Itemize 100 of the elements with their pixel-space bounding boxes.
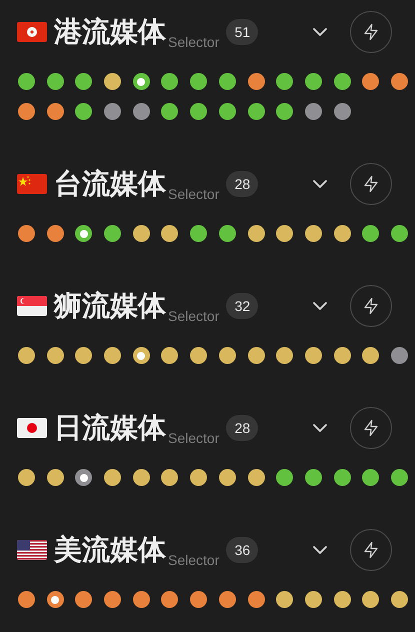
status-dot[interactable] bbox=[18, 347, 35, 364]
status-dot[interactable] bbox=[390, 591, 408, 608]
status-dot[interactable] bbox=[390, 469, 408, 486]
status-dot[interactable] bbox=[334, 591, 351, 608]
status-dot[interactable] bbox=[362, 347, 380, 364]
status-dot[interactable] bbox=[304, 469, 322, 486]
count-badge: 36 bbox=[226, 537, 258, 563]
status-dot[interactable] bbox=[46, 73, 64, 90]
status-dot[interactable] bbox=[75, 103, 92, 120]
status-dot[interactable] bbox=[218, 103, 236, 120]
status-dot[interactable] bbox=[304, 591, 322, 608]
group-subtitle: Selector bbox=[168, 430, 220, 446]
status-dot[interactable] bbox=[75, 73, 92, 90]
status-dot[interactable] bbox=[190, 469, 208, 486]
status-dot[interactable] bbox=[218, 591, 236, 608]
status-dot[interactable] bbox=[334, 73, 351, 90]
status-dot[interactable] bbox=[190, 103, 208, 120]
status-dot[interactable] bbox=[46, 103, 64, 120]
status-dot[interactable] bbox=[132, 469, 150, 486]
status-dot[interactable] bbox=[46, 591, 64, 608]
status-dot[interactable] bbox=[18, 73, 35, 90]
lightning-icon bbox=[362, 296, 380, 316]
status-dot[interactable] bbox=[132, 225, 150, 242]
status-dot[interactable] bbox=[75, 347, 92, 364]
group-title: 狮流媒体 bbox=[54, 288, 166, 324]
status-dot[interactable] bbox=[390, 73, 408, 90]
lightning-button[interactable] bbox=[350, 407, 392, 449]
status-dot[interactable] bbox=[104, 103, 122, 120]
status-dot[interactable] bbox=[276, 225, 294, 242]
status-dot[interactable] bbox=[75, 591, 92, 608]
status-dot[interactable] bbox=[276, 347, 294, 364]
status-dot[interactable] bbox=[248, 347, 264, 364]
status-dot[interactable] bbox=[18, 103, 35, 120]
group-title: 日流媒体 bbox=[54, 410, 166, 446]
status-dot[interactable] bbox=[362, 469, 380, 486]
status-dot[interactable] bbox=[104, 347, 122, 364]
status-dot[interactable] bbox=[161, 469, 178, 486]
lightning-button[interactable] bbox=[350, 163, 392, 205]
group-title: 美流媒体 bbox=[54, 532, 166, 568]
status-dot[interactable] bbox=[104, 225, 122, 242]
status-dot[interactable] bbox=[362, 591, 380, 608]
status-dot[interactable] bbox=[334, 347, 351, 364]
status-dot[interactable] bbox=[190, 73, 208, 90]
status-dot[interactable] bbox=[276, 591, 294, 608]
status-dot[interactable] bbox=[304, 103, 322, 120]
status-dot[interactable] bbox=[104, 591, 122, 608]
status-dot[interactable] bbox=[75, 225, 92, 242]
status-dot[interactable] bbox=[276, 103, 294, 120]
status-dot[interactable] bbox=[218, 469, 236, 486]
chevron-down-icon bbox=[312, 179, 328, 189]
status-dot[interactable] bbox=[248, 469, 264, 486]
status-dot[interactable] bbox=[248, 73, 264, 90]
status-dot[interactable] bbox=[46, 225, 64, 242]
status-dot[interactable] bbox=[362, 225, 380, 242]
status-dot[interactable] bbox=[132, 73, 150, 90]
status-dot[interactable] bbox=[161, 73, 178, 90]
status-dot[interactable] bbox=[18, 469, 35, 486]
status-dot[interactable] bbox=[304, 347, 322, 364]
flag-icon bbox=[17, 418, 47, 438]
status-dot[interactable] bbox=[190, 347, 208, 364]
status-dot[interactable] bbox=[390, 347, 408, 364]
group-subtitle: Selector bbox=[168, 34, 220, 50]
status-dot[interactable] bbox=[218, 347, 236, 364]
status-dot[interactable] bbox=[304, 73, 322, 90]
status-dot[interactable] bbox=[132, 591, 150, 608]
status-dot[interactable] bbox=[18, 591, 35, 608]
status-dot[interactable] bbox=[276, 73, 294, 90]
status-dot[interactable] bbox=[334, 225, 351, 242]
lightning-button[interactable] bbox=[350, 285, 392, 327]
lightning-icon bbox=[362, 22, 380, 42]
count-badge: 32 bbox=[226, 293, 258, 319]
status-dot[interactable] bbox=[248, 591, 264, 608]
status-dot[interactable] bbox=[161, 225, 178, 242]
status-dot[interactable] bbox=[104, 73, 122, 90]
status-dot[interactable] bbox=[218, 73, 236, 90]
status-dot[interactable] bbox=[161, 591, 178, 608]
status-dot[interactable] bbox=[248, 225, 264, 242]
status-dot[interactable] bbox=[161, 347, 178, 364]
status-dot[interactable] bbox=[334, 103, 351, 120]
status-dot[interactable] bbox=[248, 103, 264, 120]
status-dot[interactable] bbox=[276, 469, 294, 486]
status-dot[interactable] bbox=[218, 225, 236, 242]
lightning-button[interactable] bbox=[350, 529, 392, 571]
status-dot[interactable] bbox=[390, 225, 408, 242]
status-dot[interactable] bbox=[362, 73, 380, 90]
status-dot[interactable] bbox=[132, 103, 150, 120]
status-dot[interactable] bbox=[304, 225, 322, 242]
status-dot[interactable] bbox=[132, 347, 150, 364]
status-dot[interactable] bbox=[104, 469, 122, 486]
status-dot[interactable] bbox=[46, 347, 64, 364]
flag-icon bbox=[17, 540, 47, 560]
status-dot[interactable] bbox=[190, 591, 208, 608]
lightning-button[interactable] bbox=[350, 11, 392, 53]
status-dot[interactable] bbox=[161, 103, 178, 120]
status-dot[interactable] bbox=[46, 469, 64, 486]
status-dot[interactable] bbox=[75, 469, 92, 486]
status-dot[interactable] bbox=[18, 225, 35, 242]
status-dot[interactable] bbox=[190, 225, 208, 242]
status-dot[interactable] bbox=[334, 469, 351, 486]
flag-icon bbox=[17, 296, 47, 316]
